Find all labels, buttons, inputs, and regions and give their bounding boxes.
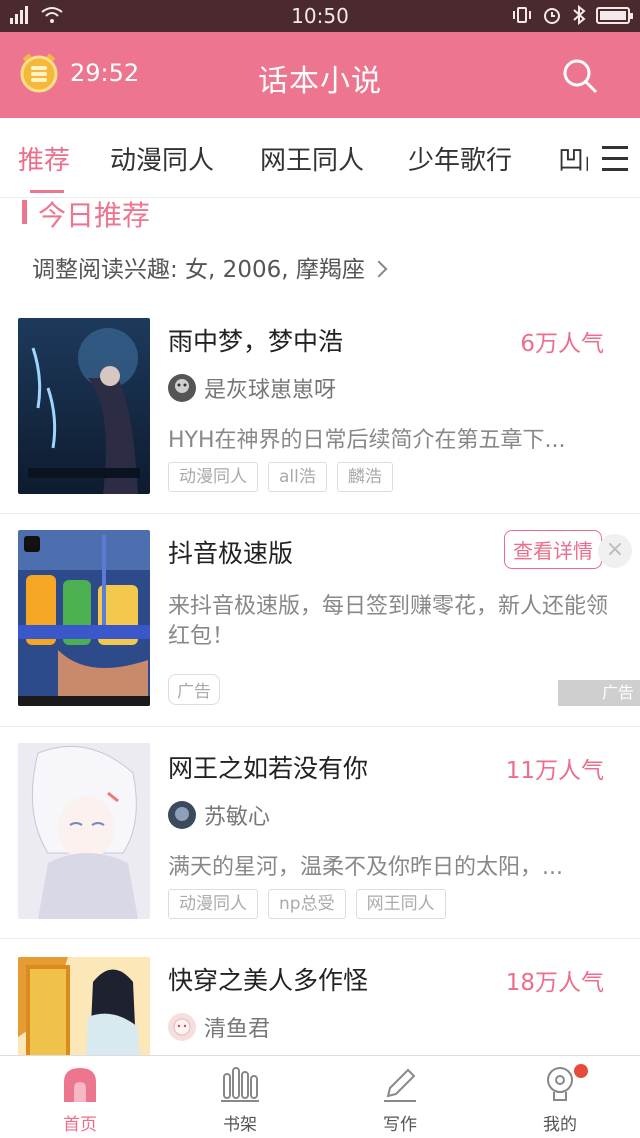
book-cover: [18, 957, 150, 1055]
tag-list: 动漫同人 all浩 麟浩: [168, 462, 393, 492]
tag[interactable]: 麟浩: [336, 462, 393, 492]
author-name: 清鱼君: [204, 1017, 271, 1042]
popularity-count: 18万人气: [505, 970, 604, 996]
book-description: HYH在神界的日常后续简介在第五章下...: [168, 428, 566, 453]
notification-dot: [574, 1064, 588, 1078]
bookshelf-icon: [220, 1064, 260, 1104]
ad-card[interactable]: 抖音极速版 查看详情 × 来抖音极速版，每日签到赚零花，新人还能领红包！ 广告 …: [0, 514, 640, 726]
tag[interactable]: 动漫同人: [168, 889, 258, 919]
nav-label: 书架: [223, 1115, 257, 1135]
tag[interactable]: np总受: [268, 889, 346, 919]
bluetooth-icon: [573, 5, 586, 25]
bottom-navigation: 首页 书架 写作 我的: [0, 1055, 640, 1138]
avatar: [168, 1013, 196, 1041]
author-row[interactable]: 是灰球崽崽呀: [168, 372, 336, 404]
search-button[interactable]: [560, 56, 600, 96]
avatar: [168, 374, 196, 402]
profile-icon: [540, 1064, 588, 1104]
tag[interactable]: 网王同人: [355, 889, 446, 919]
nav-label: 写作: [383, 1115, 417, 1135]
nav-label: 首页: [63, 1115, 97, 1135]
ad-corner-text: 广告: [601, 683, 634, 702]
ad-image: [18, 530, 150, 706]
book-title: 雨中梦，梦中浩: [168, 327, 344, 356]
app-header: 29:52 话本小说: [0, 32, 640, 118]
book-cover: [18, 743, 150, 919]
section-accent-line: [30, 190, 64, 193]
ad-title: 抖音极速版: [168, 539, 294, 568]
tab-menu-button[interactable]: [588, 118, 640, 197]
app-title: 话本小说: [258, 64, 382, 99]
book-title: 网王之如若没有你: [168, 754, 369, 783]
tab-tennis-fanfic[interactable]: 网王同人: [260, 140, 364, 177]
author-row[interactable]: 清鱼君: [168, 1011, 270, 1043]
author-row[interactable]: 苏敏心: [168, 799, 270, 831]
nav-label: 我的: [543, 1115, 577, 1135]
popularity-count: 11万人气: [505, 758, 604, 784]
status-bar: 10:50: [0, 0, 640, 32]
nav-bookshelf[interactable]: 书架: [200, 1064, 280, 1135]
tab-shaonian-gexing[interactable]: 少年歌行: [408, 140, 512, 177]
tab-recommend[interactable]: 推荐: [18, 140, 70, 177]
nav-profile[interactable]: 我的: [520, 1064, 600, 1135]
avatar: [168, 801, 196, 829]
nav-home[interactable]: 首页: [40, 1064, 120, 1135]
search-icon: [563, 59, 598, 94]
view-details-button[interactable]: 查看详情: [504, 530, 602, 569]
section-title: 今日推荐: [38, 199, 151, 232]
chevron-right-icon: [370, 260, 388, 278]
ad-description: 来抖音极速版，每日签到赚零花，新人还能领红包！: [168, 594, 609, 649]
author-name: 苏敏心: [204, 805, 271, 830]
book-card-2[interactable]: 网王之如若没有你 11万人气 苏敏心 满天的星河，温柔不及你昨日的太阳，... …: [0, 727, 640, 939]
battery-icon: [596, 6, 633, 24]
book-card-1[interactable]: 雨中梦，梦中浩 6万人气 是灰球崽崽呀 HYH在神界的日常后续简介在第五章下..…: [0, 300, 640, 514]
reading-interest-text: 调整阅读兴趣: 女, 2006, 摩羯座: [32, 257, 365, 283]
book-description: 满天的星河，温柔不及你昨日的太阳，...: [168, 855, 563, 880]
book-title: 快穿之美人多作怪: [168, 966, 369, 995]
book-card-3[interactable]: 快穿之美人多作怪 18万人气 清鱼君: [0, 939, 640, 1055]
popularity-count: 6万人气: [520, 331, 604, 357]
tab-anime-fanfic[interactable]: 动漫同人: [110, 140, 214, 177]
status-icons: [512, 5, 633, 25]
book-cover: [18, 318, 150, 494]
close-ad-button[interactable]: ×: [598, 534, 632, 568]
vibrate-icon: [513, 7, 531, 23]
tag[interactable]: 动漫同人: [168, 462, 258, 492]
home-icon: [60, 1064, 100, 1104]
ad-corner-badge: 广告: [558, 680, 640, 706]
reading-interest-link[interactable]: 调整阅读兴趣: 女, 2006, 摩羯座: [32, 250, 388, 284]
pencil-icon: [380, 1064, 420, 1104]
category-tabs: 推荐 动漫同人 网王同人 少年歌行 凹凸: [0, 118, 640, 198]
alarm-icon: [544, 8, 560, 24]
tag[interactable]: all浩: [268, 462, 327, 492]
tag-list: 动漫同人 np总受 网王同人: [168, 889, 446, 919]
author-name: 是灰球崽崽呀: [204, 378, 337, 403]
ad-label: 广告: [168, 674, 220, 705]
section-marker: [22, 200, 27, 224]
nav-write[interactable]: 写作: [360, 1064, 440, 1135]
